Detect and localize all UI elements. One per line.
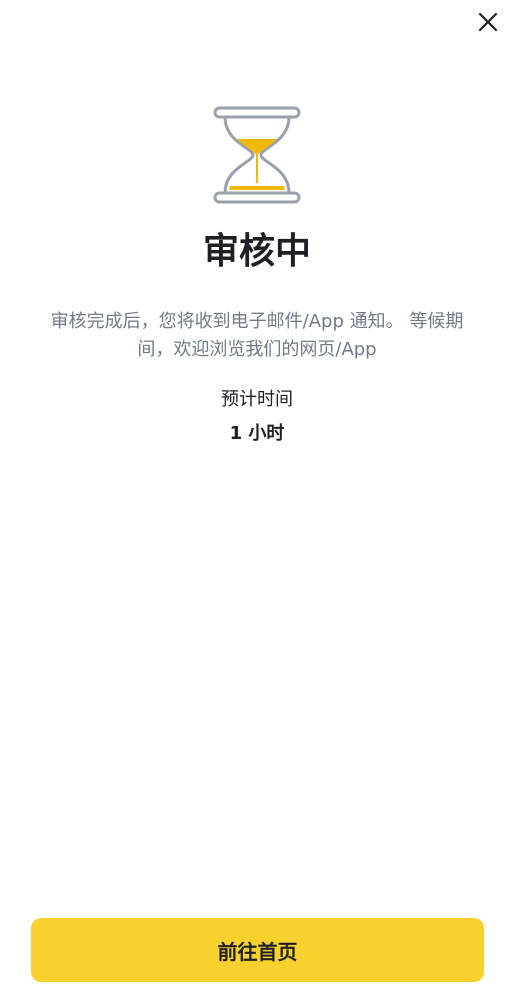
status-description: 审核完成后，您将收到电子邮件/App 通知。 等候期间，欢迎浏览我们的网页/Ap… xyxy=(50,311,464,360)
eta-label: 预计时间 xyxy=(221,389,293,410)
close-icon xyxy=(478,12,498,32)
eta-value: 1 小时 xyxy=(229,423,285,444)
go-home-button[interactable]: 前往首页 xyxy=(31,918,484,982)
page-title: 审核中 xyxy=(202,231,311,272)
close-button[interactable] xyxy=(474,8,502,36)
hourglass-icon xyxy=(213,106,301,204)
